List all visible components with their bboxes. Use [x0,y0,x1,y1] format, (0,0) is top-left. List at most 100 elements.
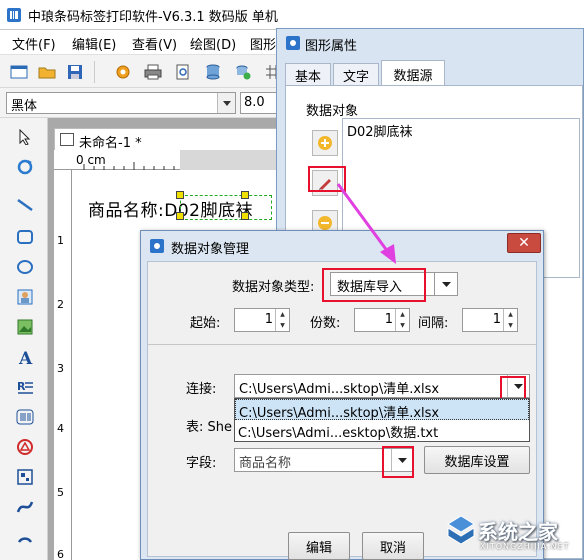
document-tab[interactable]: 未命名-1 * [54,128,290,151]
vertical-ruler: 1 2 3 4 5 6 [54,170,72,560]
connection-option[interactable]: C:\Users\Admi...esktop\数据.txt [235,420,529,441]
watermark-subtext: XITONGZHIJIA.NET [480,542,570,551]
copies-label: 份数: [310,316,341,331]
stepper-arrows-icon[interactable]: ▲ ▼ [275,309,289,331]
font-size-value: 8.0 [244,95,265,110]
database-icon[interactable] [202,61,224,83]
svg-text:R: R [17,380,26,393]
data-object-dialog-title: 数据对象管理 [171,242,250,257]
add-object-button[interactable] [312,130,338,156]
watermark-text: 系统之家 [478,520,558,544]
object-type-label: 数据对象类型: [232,280,315,295]
ruler-number: 1 [57,234,64,247]
field-label: 字段: [186,456,217,471]
chevron-down-icon[interactable] [217,93,235,113]
dialog-app-icon [149,238,165,254]
rectangle-tool-icon[interactable] [14,226,36,248]
font-family-value: 黑体 [11,99,38,114]
app-logo-icon [6,7,22,23]
main-window-title: 中琅条码标签打印软件-V6.3.1 数码版 单机 [28,10,278,25]
tab-basic[interactable]: 基本 [285,63,331,87]
chevron-down-icon[interactable] [434,272,458,296]
field-value: 商品名称 [239,456,292,471]
font-toolbar: 黑体 8.0 [0,88,290,118]
select-cursor-icon[interactable] [14,126,36,148]
copies-stepper[interactable]: 1 ▲ ▼ [354,308,410,332]
ruler-number: 5 [57,486,64,499]
horizontal-ruler: 0 cm [54,150,290,170]
menu-graphics[interactable]: 图形 [250,34,276,53]
ruler-number: 3 [57,362,64,375]
new-file-icon[interactable] [8,61,30,83]
interval-stepper[interactable]: 1 ▲ ▼ [462,308,518,332]
print-icon[interactable] [142,61,164,83]
ruler-margin [180,150,290,170]
resize-handle[interactable] [176,191,184,199]
menu-edit[interactable]: 编辑(E) [72,34,116,53]
settings-gear-icon[interactable] [112,61,134,83]
stepper-arrows-icon[interactable]: ▲ ▼ [503,309,517,331]
selected-text-field[interactable] [176,191,272,220]
resize-handle[interactable] [176,212,184,220]
barcode-tool-icon[interactable] [14,406,36,428]
section-divider [148,344,536,345]
main-toolbar [0,54,290,88]
watermark: 系统之家 XITONGZHIJIA.NET [440,510,580,554]
picture-tool-icon[interactable] [14,286,36,308]
dialog-app-icon [285,35,301,51]
image-tool-icon[interactable] [14,316,36,338]
database-link-icon[interactable] [232,61,254,83]
cancel-button[interactable]: 取消 [362,532,424,560]
line-tool-icon[interactable] [14,194,36,216]
menu-view[interactable]: 查看(V) [132,34,177,53]
curve-tool-icon[interactable] [14,496,36,518]
tab-datasource[interactable]: 数据源 [381,60,445,87]
database-settings-button[interactable]: 数据库设置 [424,446,530,474]
watermark-logo-icon [447,515,475,545]
start-label: 起始: [190,316,221,331]
menu-bar: 文件(F) 编辑(E) 查看(V) 绘图(D) 图形 [0,30,290,54]
copies-value: 1 [384,312,393,327]
connection-select[interactable]: C:\Users\Admi...sktop\清单.xlsx [234,374,530,398]
document-icon [60,133,74,146]
arc-tool-icon[interactable] [14,524,36,546]
document-tab-label: 未命名-1 * [79,136,142,151]
interval-value: 1 [492,312,501,327]
table-label: 表: She [186,420,233,435]
connection-dropdown-list[interactable]: C:\Users\Admi...sktop\清单.xlsx C:\Users\A… [234,398,530,442]
close-icon[interactable]: ✕ [507,233,541,253]
open-folder-icon[interactable] [36,61,58,83]
menu-file[interactable]: 文件(F) [12,34,56,53]
svg-text:A: A [18,349,33,366]
data-objects-label: 数据对象 [306,104,359,119]
ellipse-tool-icon[interactable] [14,256,36,278]
qrcode-tool-icon[interactable] [14,466,36,488]
properties-dialog-title: 图形属性 [305,39,358,54]
annotation-arrow [336,183,396,264]
resize-handle[interactable] [241,191,249,199]
stepper-arrows-icon[interactable]: ▲ ▼ [395,309,409,331]
resize-handle[interactable] [241,212,249,220]
list-item[interactable]: D02脚底袜 [347,121,413,140]
start-stepper[interactable]: 1 ▲ ▼ [234,308,290,332]
connection-option[interactable]: C:\Users\Admi...sktop\清单.xlsx [235,399,529,421]
ruler-origin-label: 0 cm [76,153,106,167]
text-tool-icon[interactable]: A [14,346,36,368]
font-family-select[interactable]: 黑体 [6,92,236,114]
rotate-icon[interactable] [14,156,36,178]
ruler-number: 4 [57,422,64,435]
toolbar-separator [94,61,95,83]
menu-draw[interactable]: 绘图(D) [190,34,236,53]
tab-text[interactable]: 文字 [333,63,379,87]
shape-tool-icon[interactable] [14,436,36,458]
interval-label: 间隔: [418,316,449,331]
save-icon[interactable] [64,61,86,83]
ruler-number: 6 [57,548,64,560]
start-value: 1 [264,312,273,327]
highlight-field-dropdown [382,446,414,478]
print-preview-icon[interactable] [172,61,194,83]
rich-text-tool-icon[interactable]: R [14,376,36,398]
ruler-number: 2 [57,298,64,311]
connection-value: C:\Users\Admi...sktop\清单.xlsx [239,382,440,397]
edit-button[interactable]: 编辑 [288,532,350,560]
